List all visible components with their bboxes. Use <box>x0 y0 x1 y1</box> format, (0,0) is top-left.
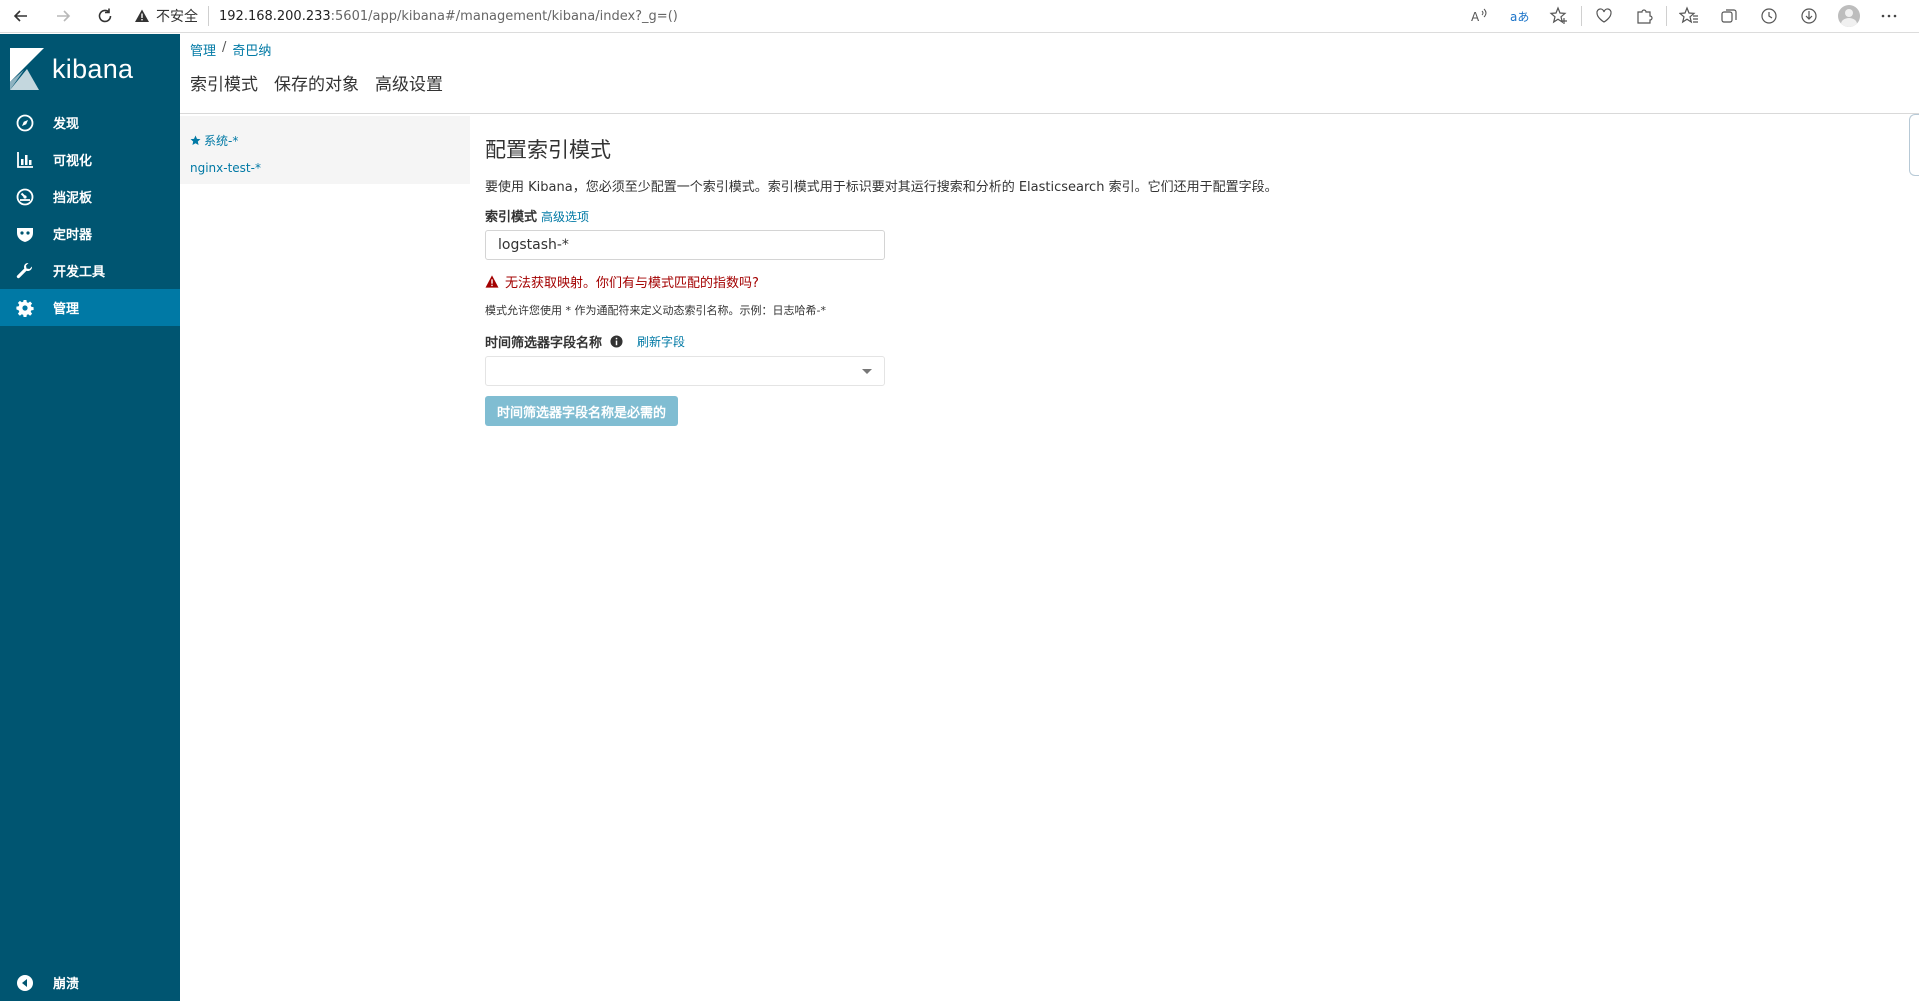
avatar <box>1838 5 1860 27</box>
gear-icon <box>0 299 53 317</box>
downloads-button[interactable] <box>1789 0 1829 33</box>
breadcrumb: 管理 / 奇巴纳 <box>190 40 271 59</box>
breadcrumb-management[interactable]: 管理 <box>190 40 216 59</box>
browser-actions: A aあ <box>1459 0 1919 33</box>
sidebar-item-discover[interactable]: 发现 <box>0 104 180 141</box>
sidebar-collapse-button[interactable]: 崩溃 <box>0 964 180 1001</box>
download-icon <box>1801 8 1817 24</box>
sidebar-item-visualize[interactable]: 可视化 <box>0 141 180 178</box>
list-item[interactable]: nginx-test-* <box>190 161 261 175</box>
address-bar[interactable]: 不安全 192.168.200.233:5601/app/kibana#/man… <box>134 3 678 29</box>
translate-button[interactable]: aあ <box>1499 0 1539 33</box>
puzzle-icon <box>1637 9 1653 24</box>
sidebar-item-label: 发现 <box>53 117 80 132</box>
compass-icon <box>0 114 53 132</box>
refresh-fields-link[interactable]: 刷新字段 <box>637 333 685 350</box>
profile-button[interactable] <box>1829 0 1869 33</box>
shield-icon <box>0 225 53 243</box>
security-label: 不安全 <box>156 9 198 25</box>
reload-button[interactable] <box>84 0 126 33</box>
arrow-right-icon <box>57 10 71 22</box>
breadcrumb-kibana[interactable]: 奇巴纳 <box>232 40 271 59</box>
pattern-help-text: 模式允许您使用 * 作为通配符来定义动态索引名称。示例：日志哈希-* <box>485 304 826 317</box>
performance-button[interactable] <box>1584 0 1624 33</box>
forward-button[interactable] <box>42 0 84 33</box>
history-icon <box>1761 8 1777 24</box>
sidebar-item-label: 管理 <box>53 302 80 317</box>
info-icon <box>610 335 623 348</box>
tab-saved-objects[interactable]: 保存的对象 <box>274 70 359 95</box>
page-title: 配置索引模式 <box>485 138 611 162</box>
scroll-handle[interactable] <box>1909 114 1919 176</box>
browser-toolbar: 不安全 192.168.200.233:5601/app/kibana#/man… <box>0 0 1919 33</box>
warning-triangle-icon <box>135 9 149 22</box>
form-description: 要使用 Kibana，您必须至少配置一个索引模式。索引模式用于标识要对其运行搜索… <box>485 180 1278 195</box>
index-pattern-label: 索引模式 高级选项 <box>485 206 589 225</box>
wrench-icon <box>0 262 53 280</box>
reload-icon <box>98 8 112 23</box>
time-field-label: 时间筛选器字段名称 刷新字段 <box>485 332 685 351</box>
more-menu-button[interactable] <box>1869 0 1909 33</box>
favorites-icon <box>1679 6 1698 24</box>
time-field-label-text: 时间筛选器字段名称 <box>485 336 603 351</box>
time-field-select[interactable] <box>485 356 885 386</box>
sidebar-item-label: 可视化 <box>53 154 93 169</box>
page-header: 管理 / 奇巴纳 索引模式 保存的对象 高级设置 <box>180 34 1919 176</box>
create-index-pattern-button[interactable]: 时间筛选器字段名称是必需的 <box>485 396 679 426</box>
translate-icon: aあ <box>1510 10 1529 24</box>
collapse-label: 崩溃 <box>53 977 80 992</box>
url-path: :5601/app/kibana#/management/kibana/inde… <box>330 8 678 24</box>
warning-triangle-icon <box>485 275 499 288</box>
favorites-button[interactable] <box>1669 0 1709 33</box>
sidebar-item-timelion[interactable]: 定时器 <box>0 215 180 252</box>
star-icon <box>190 135 201 146</box>
sidebar-item-dev-tools[interactable]: 开发工具 <box>0 252 180 289</box>
history-button[interactable] <box>1749 0 1789 33</box>
sidebar-item-management[interactable]: 管理 <box>0 289 180 326</box>
sidebar: kibana 发现 可视化 挡泥板 定时器 开发工具 管理 崩溃 <box>0 34 180 1001</box>
collapse-arrow-icon <box>0 974 53 992</box>
tab-advanced-settings[interactable]: 高级设置 <box>375 70 443 95</box>
sidebar-item-dashboard[interactable]: 挡泥板 <box>0 178 180 215</box>
management-tabs: 索引模式 保存的对象 高级设置 <box>190 70 443 95</box>
list-item[interactable]: 系统-* <box>190 132 238 149</box>
url-host: 192.168.200.233 <box>219 8 331 24</box>
svg-text:aあ: aあ <box>1510 10 1529 24</box>
security-indicator[interactable]: 不安全 <box>134 6 209 26</box>
favorite-add-button[interactable] <box>1539 0 1579 33</box>
dashboard-icon <box>0 188 53 206</box>
advanced-options-link[interactable]: 高级选项 <box>541 210 589 224</box>
read-aloud-button[interactable]: A <box>1459 0 1499 33</box>
tab-index-patterns[interactable]: 索引模式 <box>190 70 258 95</box>
sidebar-item-label: 挡泥板 <box>53 191 93 206</box>
url-text: 192.168.200.233:5601/app/kibana#/managem… <box>219 9 678 24</box>
read-aloud-icon: A <box>1471 8 1487 24</box>
brand-logo[interactable]: kibana <box>10 48 133 90</box>
index-pattern-list: 系统-* nginx-test-* <box>180 116 470 184</box>
index-pattern-input[interactable] <box>485 230 885 260</box>
svg-text:A: A <box>1471 10 1480 24</box>
pattern-name: 系统-* <box>204 134 239 148</box>
back-button[interactable] <box>0 0 42 33</box>
ellipsis-icon <box>1881 14 1897 18</box>
star-add-icon <box>1549 6 1567 24</box>
heart-pulse-icon <box>1596 8 1612 23</box>
collections-button[interactable] <box>1709 0 1749 33</box>
arrow-left-icon <box>13 10 27 22</box>
sidebar-item-label: 开发工具 <box>53 265 106 280</box>
brand-name: kibana <box>52 53 134 84</box>
kibana-logo-icon <box>10 48 44 90</box>
breadcrumb-separator: / <box>222 40 227 55</box>
mapping-error: 无法获取映射。你们有与模式匹配的指数吗? <box>485 272 759 291</box>
extensions-button[interactable] <box>1624 0 1664 33</box>
sidebar-item-label: 定时器 <box>53 228 93 243</box>
chevron-down-icon <box>862 369 872 374</box>
toolbar-separator <box>1581 6 1582 26</box>
index-pattern-label-text: 索引模式 <box>485 210 538 225</box>
error-text: 无法获取映射。你们有与模式匹配的指数吗? <box>505 276 759 291</box>
pattern-name: nginx-test-* <box>190 161 261 175</box>
toolbar-separator <box>1666 6 1667 26</box>
bar-chart-icon <box>0 151 53 169</box>
collections-icon <box>1721 9 1737 23</box>
